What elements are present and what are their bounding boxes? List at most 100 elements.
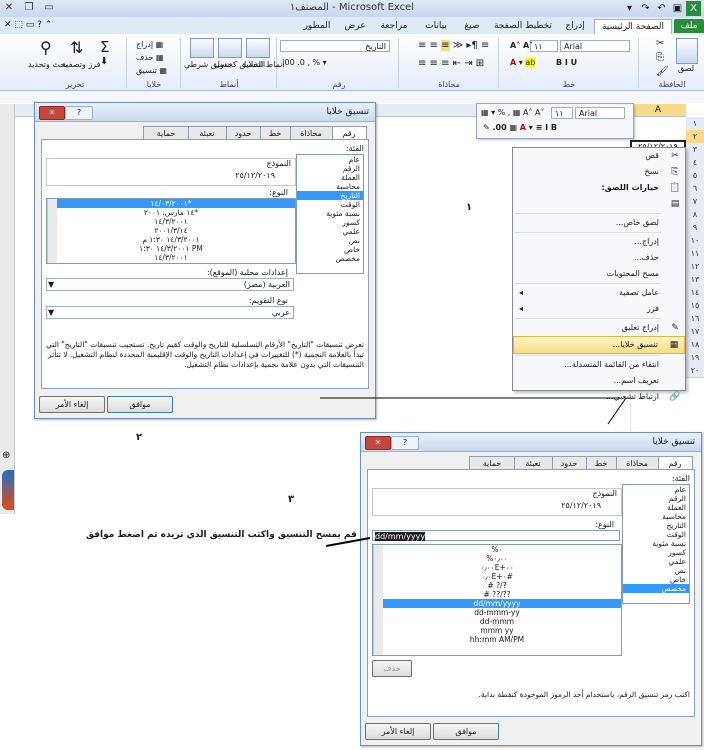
category-item[interactable]: التاريخ <box>297 191 363 200</box>
number-format-icons[interactable]: .00 .0 , % ▾ <box>282 58 327 67</box>
type-item[interactable]: dd-mmm <box>373 617 621 626</box>
bold-italic-underline-icons[interactable]: B I U <box>556 58 577 67</box>
excel-logo-icon[interactable]: X <box>686 1 701 16</box>
row-header[interactable]: ١٣ <box>686 273 704 287</box>
mini-top-icons[interactable]: ▦ ▾ % , ▦ A˄ A˅ <box>481 108 544 117</box>
copy-icon[interactable]: ⎘ <box>656 52 664 63</box>
row-header[interactable]: ٣ <box>686 143 704 157</box>
row-header[interactable]: ٤ <box>686 156 704 170</box>
type-item[interactable]: ٢٠٠١/٣/١٤ <box>47 226 295 235</box>
cancel-button[interactable]: إلغاء الأمر <box>39 396 105 413</box>
insert-cell-button[interactable]: إدراج ▦ <box>136 40 163 49</box>
type-item[interactable]: hh:mm AM/PM <box>373 635 621 644</box>
tab-home[interactable]: الصفحة الرئيسية <box>594 19 672 34</box>
type-item[interactable]: # ??/?? <box>373 590 621 599</box>
delete-button[interactable]: حذف <box>372 660 412 677</box>
autosum-icon[interactable]: Σ <box>100 38 109 56</box>
sort-filter-icon[interactable]: ⇅ <box>70 38 83 57</box>
mini-bottom-icons[interactable]: ✎ .00 ▦ A ▾ ≡ I B <box>483 123 557 132</box>
cancel-button[interactable]: إلغاء الأمر <box>365 723 431 740</box>
minimize-icon[interactable]: ▭ <box>40 0 58 16</box>
row-header[interactable]: ٦ <box>686 182 704 196</box>
context-menu-item[interactable]: عامل تصفية ◂ <box>513 285 685 301</box>
category-item[interactable]: الرقم <box>297 164 363 173</box>
type-item[interactable]: dd/mm/yyyy <box>373 599 621 608</box>
context-menu-item[interactable]: ✂ قص <box>513 148 685 164</box>
row-header[interactable]: ١٧ <box>686 325 704 339</box>
mini-size-combo[interactable]: ١١ <box>551 107 573 119</box>
column-header-a[interactable]: A <box>630 104 686 117</box>
type-item[interactable]: mmm yy <box>373 626 621 635</box>
category-item[interactable]: علمي <box>297 227 363 236</box>
mini-font-combo[interactable]: Arial <box>575 107 625 119</box>
context-menu-item[interactable]: ▤ <box>513 196 685 212</box>
category-item[interactable]: مخصص <box>623 584 689 593</box>
row-header[interactable]: ٢ <box>686 130 704 144</box>
help-icon[interactable]: ? <box>65 106 93 120</box>
context-menu-item[interactable]: مسح المحتويات <box>513 266 685 282</box>
type-item[interactable]: dd-mmm-yy <box>373 608 621 617</box>
fill-icon[interactable]: ⬇ <box>100 56 108 67</box>
context-menu-item[interactable]: انتقاء من القائمة المنسدلة... <box>513 357 685 373</box>
context-menu-item[interactable]: ⎘ نسخ <box>513 164 685 180</box>
row-header[interactable]: ١ <box>686 117 704 131</box>
ribbon-help-icon[interactable]: ✕ ⬚ ▭ ? ⌃ <box>4 20 52 30</box>
type-list-scrollbar[interactable] <box>373 545 383 655</box>
calendar-select[interactable]: عربي ▼ <box>46 306 294 319</box>
type-item[interactable]: ١٤/٣/٢٠٠١ ١:٣٠ PM <box>47 244 295 253</box>
row-header[interactable]: ١٦ <box>686 312 704 326</box>
context-menu-item[interactable]: فرز ◂ <box>513 301 685 317</box>
tab-view[interactable]: عرض <box>340 19 370 33</box>
type-item[interactable]: ١٤/٣/٢٠٠١ <box>47 217 295 226</box>
category-item[interactable]: خاص <box>623 575 689 584</box>
row-header[interactable]: ١٤ <box>686 286 704 300</box>
find-select-label[interactable]: بحث وتحديد <box>28 60 68 69</box>
row-header[interactable]: ٨ <box>686 208 704 222</box>
delete-cell-button[interactable]: حذف ▦ <box>136 53 164 62</box>
redo-icon[interactable]: ↷ <box>638 1 653 16</box>
sort-filter-label[interactable]: فرز وتصفية <box>62 60 100 69</box>
cut-icon[interactable]: ✂ <box>656 38 664 49</box>
type-list-scrollbar[interactable] <box>47 199 57 263</box>
type-list[interactable]: %٠ %٠٫٠٠ ٠٫٠٠E+٠٠ ٠٫٠E+٠# # ?/? # ??/?? dd/mm/… <box>372 544 622 656</box>
context-menu-item[interactable]: ✎ إدراج تعليق <box>513 320 685 336</box>
font-size-combo[interactable]: ١١ <box>530 40 558 52</box>
zoom-in-icon[interactable]: ⊕ <box>2 450 10 461</box>
category-item[interactable]: نسبة مئوية <box>297 209 363 218</box>
tab-formulas[interactable]: صيغ <box>458 19 486 33</box>
category-item[interactable]: كسور <box>297 218 363 227</box>
save-icon[interactable]: ▣ <box>670 1 685 16</box>
type-item[interactable]: ١٤/٣/٢٠٠١ <box>47 253 295 262</box>
tab-page-layout[interactable]: تخطيط الصفحة <box>490 19 556 33</box>
context-menu-item[interactable]: ▦ تنسيق خلايا... <box>513 336 685 354</box>
align-icons-bottom[interactable]: ≡ ≡ ≡ ⇤ ⇥ ⊞ <box>418 58 484 69</box>
context-menu-item[interactable]: حذف... <box>513 250 685 266</box>
paste-label[interactable]: لصق <box>678 64 694 73</box>
conditional-format-label[interactable]: تنسيق شرطي <box>184 60 232 69</box>
category-item[interactable]: الوقت <box>297 200 363 209</box>
customize-icon[interactable]: ▾ <box>622 1 637 16</box>
number-format-combo[interactable]: التاريخ <box>280 40 390 52</box>
row-header[interactable]: ٧ <box>686 195 704 209</box>
tab-developer[interactable]: المطور <box>298 19 336 33</box>
tab-insert[interactable]: إدراج <box>560 19 590 33</box>
category-list[interactable]: عام الرقم العملة محاسبة التاريخ الوقت نسبة مئو… <box>296 154 364 274</box>
row-header[interactable]: ٩ <box>686 221 704 235</box>
category-item[interactable]: نص <box>623 566 689 575</box>
font-name-combo[interactable]: Arial <box>560 40 630 52</box>
format-table-icon[interactable] <box>218 38 242 58</box>
category-item[interactable]: محاسبة <box>297 182 363 191</box>
ok-button[interactable]: موافق <box>433 723 499 740</box>
category-item[interactable]: العملة <box>297 173 363 182</box>
type-item[interactable]: ٠٫٠E+٠# <box>373 572 621 581</box>
category-item[interactable]: عام <box>297 155 363 164</box>
type-item[interactable]: ١٤/٣/٢٠٠١ ١:٣٠ م <box>47 235 295 244</box>
row-header[interactable]: ١٢ <box>686 260 704 274</box>
tab-review[interactable]: مراجعة <box>374 19 414 33</box>
row-header[interactable]: ١٨ <box>686 338 704 352</box>
context-menu-item[interactable]: إدراج... <box>513 234 685 250</box>
align-icons-top[interactable]: ≡ ≡ ≡ ≫ ▸¶ ≡ <box>418 40 489 51</box>
type-item[interactable]: # ?/? <box>373 581 621 590</box>
paste-icon[interactable] <box>676 38 698 64</box>
category-item[interactable]: نص <box>297 236 363 245</box>
